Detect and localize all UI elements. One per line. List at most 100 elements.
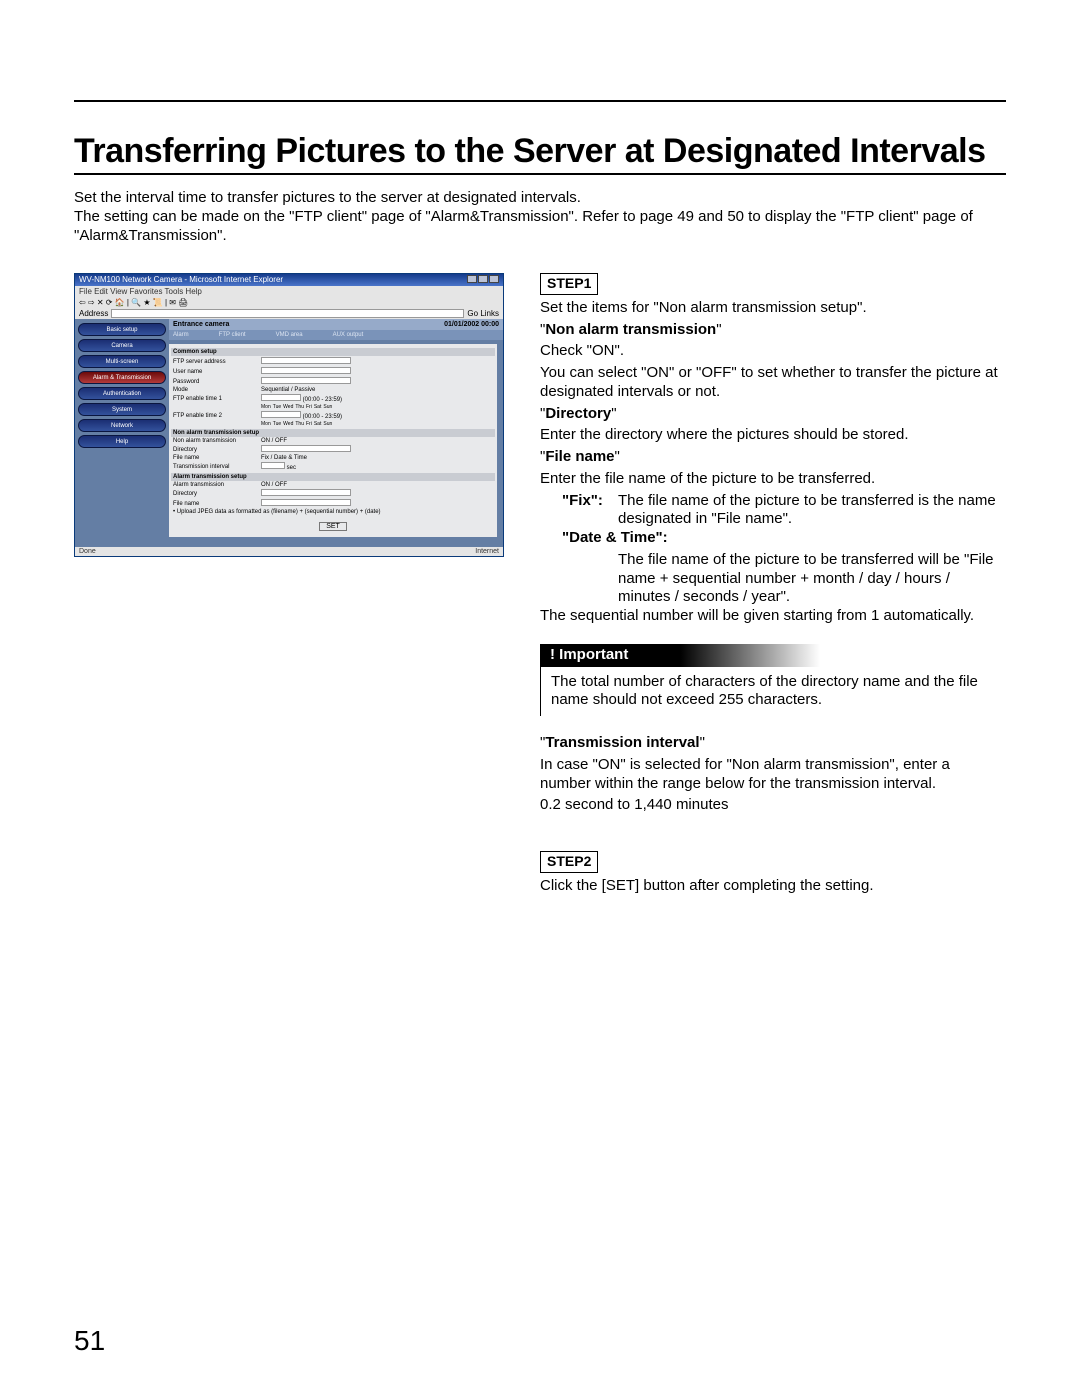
range2: (00:00 - 23:59) bbox=[303, 414, 342, 420]
manual-page: Transferring Pictures to the Server at D… bbox=[0, 0, 1080, 1397]
fix-val: The file name of the picture to be trans… bbox=[618, 492, 1000, 530]
links-label: Links bbox=[480, 309, 499, 318]
fname-options[interactable]: Fix / Date & Time bbox=[261, 455, 495, 461]
browser-window: WV-NM100 Network Camera - Microsoft Inte… bbox=[74, 273, 504, 557]
important-box: The total number of characters of the di… bbox=[540, 667, 995, 717]
label-enable2: FTP enable time 2 bbox=[171, 413, 261, 419]
upload-note: • Upload JPEG data as formatted as (file… bbox=[171, 509, 495, 515]
set-button[interactable]: SET bbox=[319, 522, 347, 531]
min-icon[interactable] bbox=[467, 275, 477, 283]
dir-text: Enter the directory where the pictures s… bbox=[540, 426, 1000, 445]
dt-row: The file name of the picture to be trans… bbox=[540, 551, 1000, 607]
section-alarm: Alarm transmission setup bbox=[171, 473, 495, 481]
ti-line2: 0.2 second to 1,440 minutes bbox=[540, 796, 1000, 815]
intro-text: Set the interval time to transfer pictur… bbox=[74, 189, 1006, 245]
step1-intro: Set the items for "Non alarm transmissio… bbox=[540, 299, 1000, 318]
page-title: Transferring Pictures to the Server at D… bbox=[74, 132, 1006, 171]
ti-unit: sec bbox=[287, 465, 296, 471]
url-field[interactable] bbox=[111, 309, 464, 318]
nat-line2: You can select "ON" or "OFF" to set whet… bbox=[540, 364, 1000, 402]
nat-heading: Non alarm transmission bbox=[545, 321, 716, 338]
address-label: Address bbox=[79, 309, 108, 318]
label-pass: Password bbox=[171, 379, 261, 385]
label-fname2: File name bbox=[171, 501, 261, 507]
input-ti[interactable] bbox=[261, 462, 285, 469]
page-body: Basic setup Camera Multi-screen Alarm & … bbox=[75, 319, 503, 547]
sidebar-item-help[interactable]: Help bbox=[78, 435, 166, 448]
step2-label: STEP2 bbox=[540, 851, 598, 873]
ti-heading: Transmission interval bbox=[545, 734, 699, 751]
input-user[interactable] bbox=[261, 367, 351, 374]
input-fname2[interactable] bbox=[261, 499, 351, 506]
label-enable1: FTP enable time 1 bbox=[171, 396, 261, 402]
sidebar: Basic setup Camera Multi-screen Alarm & … bbox=[75, 319, 169, 547]
tab-alarm[interactable]: Alarm bbox=[173, 332, 189, 338]
step2-text: Click the [SET] button after completing … bbox=[540, 877, 1000, 896]
dir-heading: Directory bbox=[545, 405, 611, 422]
toolbar[interactable]: ⇦ ⇨ ✕ ⟳ 🏠 | 🔍 ★ 📜 | ✉ 🖨 bbox=[75, 297, 503, 308]
status-bar: Done Internet bbox=[75, 547, 503, 556]
input-dir2[interactable] bbox=[261, 489, 351, 496]
label-ftpaddr: FTP server address bbox=[171, 359, 261, 365]
tab-row: Alarm FTP client VMD area AUX output bbox=[169, 330, 503, 340]
camera-datetime: 01/01/2002 00:00 bbox=[444, 321, 499, 328]
seq-text: The sequential number will be given star… bbox=[540, 607, 1000, 626]
sidebar-item-auth[interactable]: Authentication bbox=[78, 387, 166, 400]
go-button[interactable]: Go bbox=[467, 309, 478, 318]
input-ftpaddr[interactable] bbox=[261, 357, 351, 364]
at-options[interactable]: ON / OFF bbox=[261, 482, 495, 488]
input-pass[interactable] bbox=[261, 377, 351, 384]
intro-line-2: The setting can be made on the "FTP clie… bbox=[74, 208, 1006, 246]
dt-val: The file name of the picture to be trans… bbox=[618, 551, 1000, 607]
fix-row: "Fix": The file name of the picture to b… bbox=[540, 492, 1000, 530]
address-bar: Address Go Links bbox=[75, 308, 503, 319]
tab-aux[interactable]: AUX output bbox=[333, 332, 364, 338]
sidebar-item-camera[interactable]: Camera bbox=[78, 339, 166, 352]
days-row-1[interactable]: MonTueWedThuFriSatSun bbox=[261, 404, 495, 410]
input-enable1[interactable] bbox=[261, 394, 301, 401]
title-rule bbox=[74, 173, 1006, 175]
label-at: Alarm transmission bbox=[171, 482, 261, 488]
input-dir[interactable] bbox=[261, 445, 351, 452]
sidebar-item-network[interactable]: Network bbox=[78, 419, 166, 432]
step1-label: STEP1 bbox=[540, 273, 598, 295]
days-row-2[interactable]: MonTueWedThuFriSatSun bbox=[261, 421, 495, 427]
label-nat: Non alarm transmission bbox=[171, 438, 261, 444]
sidebar-item-system[interactable]: System bbox=[78, 403, 166, 416]
top-rule bbox=[74, 100, 1006, 102]
instructions-column: STEP1 Set the items for "Non alarm trans… bbox=[540, 273, 1000, 898]
fix-key: "Fix": bbox=[540, 492, 618, 530]
menu-bar[interactable]: File Edit View Favorites Tools Help bbox=[75, 286, 503, 297]
window-titlebar: WV-NM100 Network Camera - Microsoft Inte… bbox=[75, 274, 503, 286]
panel-header: Entrance camera 01/01/2002 00:00 bbox=[169, 319, 503, 330]
section-common: Common setup bbox=[171, 348, 495, 356]
ftp-form: Common setup FTP server address User nam… bbox=[169, 344, 497, 537]
ti-line1: In case "ON" is selected for "Non alarm … bbox=[540, 756, 1000, 794]
intro-line-1: Set the interval time to transfer pictur… bbox=[74, 189, 1006, 208]
page-number: 51 bbox=[74, 1325, 105, 1357]
status-left: Done bbox=[79, 548, 96, 555]
screenshot-column: WV-NM100 Network Camera - Microsoft Inte… bbox=[74, 273, 504, 557]
main-panel: Entrance camera 01/01/2002 00:00 Alarm F… bbox=[169, 319, 503, 547]
nat-options[interactable]: ON / OFF bbox=[261, 438, 495, 444]
tab-vmd[interactable]: VMD area bbox=[276, 332, 303, 338]
file-text: Enter the file name of the picture to be… bbox=[540, 470, 1000, 489]
important-label: ! Important bbox=[540, 644, 820, 667]
label-fname: File name bbox=[171, 455, 261, 461]
mode-options[interactable]: Sequential / Passive bbox=[261, 387, 495, 393]
file-heading: File name bbox=[545, 448, 614, 465]
label-user: User name bbox=[171, 369, 261, 375]
close-icon[interactable] bbox=[489, 275, 499, 283]
tab-ftp[interactable]: FTP client bbox=[219, 332, 246, 338]
max-icon[interactable] bbox=[478, 275, 488, 283]
window-title: WV-NM100 Network Camera - Microsoft Inte… bbox=[79, 275, 283, 285]
input-enable2[interactable] bbox=[261, 411, 301, 418]
sidebar-item-alarm[interactable]: Alarm & Transmission bbox=[78, 371, 166, 384]
label-mode: Mode bbox=[171, 387, 261, 393]
sidebar-item-multi[interactable]: Multi-screen bbox=[78, 355, 166, 368]
status-right: Internet bbox=[475, 548, 499, 555]
label-dir: Directory bbox=[171, 447, 261, 453]
range1: (00:00 - 23:59) bbox=[303, 397, 342, 403]
dt-key: "Date & Time": bbox=[540, 529, 1000, 548]
sidebar-item-basic[interactable]: Basic setup bbox=[78, 323, 166, 336]
